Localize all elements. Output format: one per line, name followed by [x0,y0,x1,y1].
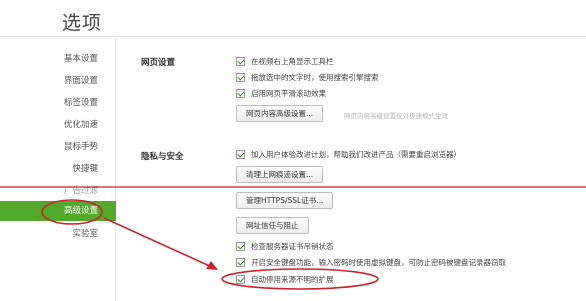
checkbox-checked[interactable] [236,56,245,66]
privacy-heading: 隐私与安全 [141,152,184,162]
checkbox-checked[interactable] [236,72,245,82]
advanced-hint-text: 网页内容高级设置仅对极速模式生效 [344,112,448,120]
checkbox-row[interactable]: 加入用户体验改进计划，帮助我们改进产品（需要重启浏览器） [236,148,461,160]
web-content-advanced-button[interactable]: 网页内容高级设置... [236,105,324,122]
checkbox-row[interactable]: 拖放选中的文字时，使用搜索引擎搜索 [236,71,379,83]
page-title: 选项 [62,12,103,34]
sidebar-item-lab[interactable]: 实验室 [0,224,110,244]
annotation-arrowhead [206,261,218,270]
checkbox-label: 在视频右上角显示工具栏 [251,56,334,66]
checkbox-label: 自动停用来源不明的扩展 [251,274,334,284]
sidebar: 基本设置 界面设置 标签设置 优化加速 鼠标手势 快捷键 广告过滤 高级设置 实… [0,37,116,301]
checkbox-label: 拖放选中的文字时，使用搜索引擎搜索 [251,72,379,82]
checkbox-row[interactable]: 开启安全键盘功能，输入密码时使用虚拟键盘，可防止密码被键盘记录器窃取 [236,256,506,268]
checkbox-checked[interactable] [236,274,245,284]
sidebar-item-adblock[interactable]: 广告过滤 [0,181,110,201]
sidebar-item-tabs[interactable]: 标签设置 [0,93,110,113]
checkbox-row[interactable]: 检查服务器证书吊销状态 [236,240,334,252]
checkbox-checked[interactable] [236,241,245,251]
clear-traces-button[interactable]: 清理上网痕迹设置... [236,166,324,183]
sidebar-item-optimize[interactable]: 优化加速 [0,115,110,135]
checkbox-label: 加入用户体验改进计划，帮助我们改进产品（需要重启浏览器） [251,149,461,159]
sidebar-item-advanced[interactable]: 高级设置 [0,201,116,221]
checkbox-label: 开启安全键盘功能，输入密码时使用虚拟键盘，可防止密码被键盘记录器窃取 [251,257,506,267]
checkbox-row[interactable]: 自动停用来源不明的扩展 [236,273,334,285]
checkbox-row[interactable]: 启用网页平滑滚动效果 [236,87,326,99]
sidebar-item-shortcuts[interactable]: 快捷键 [0,159,110,179]
sidebar-item-basic[interactable]: 基本设置 [0,49,110,69]
checkbox-checked[interactable] [236,257,245,267]
checkbox-checked[interactable] [236,88,245,98]
checkbox-label: 检查服务器证书吊销状态 [251,241,334,251]
manage-certificates-button[interactable]: 管理HTTPS/SSL证书... [236,192,334,209]
sidebar-item-mouse-gesture[interactable]: 鼠标手势 [0,137,110,157]
checkbox-label: 启用网页平滑滚动效果 [251,88,326,98]
checkbox-row[interactable]: 在视频右上角显示工具栏 [236,55,334,67]
url-trust-block-button[interactable]: 网址信任与阻止 [236,217,309,234]
sidebar-item-interface[interactable]: 界面设置 [0,71,110,91]
checkbox-checked[interactable] [236,149,245,159]
annotation-arrow [103,217,215,269]
web-settings-heading: 网页设置 [141,58,176,68]
